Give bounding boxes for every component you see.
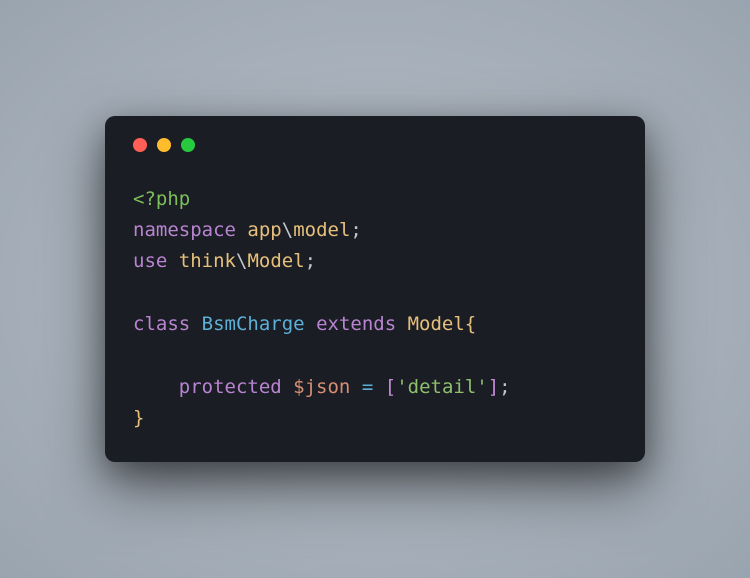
- bracket-open: [: [385, 376, 396, 398]
- keyword-namespace: namespace: [133, 219, 236, 241]
- code-window: <?php namespace app\model; use think\Mod…: [105, 116, 645, 463]
- use-model: Model: [247, 250, 304, 272]
- string-detail: 'detail': [396, 376, 488, 398]
- semicolon: ;: [499, 376, 510, 398]
- class-name: BsmCharge: [202, 313, 305, 335]
- variable-json: $json: [293, 376, 350, 398]
- keyword-class: class: [133, 313, 190, 335]
- bracket-close: ]: [488, 376, 499, 398]
- maximize-icon[interactable]: [181, 138, 195, 152]
- code-block: <?php namespace app\model; use think\Mod…: [133, 184, 617, 435]
- namespace-app: app: [247, 219, 281, 241]
- keyword-use: use: [133, 250, 167, 272]
- assign-op: =: [362, 376, 373, 398]
- semicolon: ;: [305, 250, 316, 272]
- minimize-icon[interactable]: [157, 138, 171, 152]
- parent-class: Model: [408, 313, 465, 335]
- backslash: \: [236, 250, 247, 272]
- keyword-extends: extends: [316, 313, 396, 335]
- use-think: think: [179, 250, 236, 272]
- brace-close: }: [133, 407, 144, 429]
- backslash: \: [282, 219, 293, 241]
- close-icon[interactable]: [133, 138, 147, 152]
- window-titlebar: [133, 138, 617, 152]
- php-open-tag: <?php: [133, 188, 190, 210]
- keyword-protected: protected: [179, 376, 282, 398]
- namespace-model: model: [293, 219, 350, 241]
- brace-open: {: [465, 313, 476, 335]
- semicolon: ;: [350, 219, 361, 241]
